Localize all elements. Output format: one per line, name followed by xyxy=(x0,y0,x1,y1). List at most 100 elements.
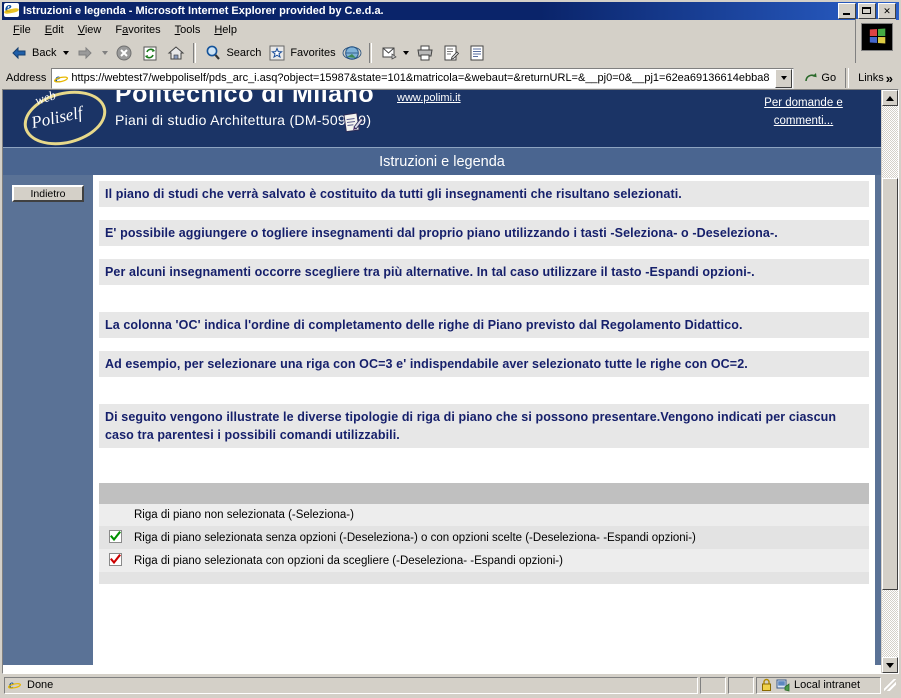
site-header: web Poliself Politecnico di Milano www.p… xyxy=(3,90,881,147)
scroll-up-button[interactable] xyxy=(882,90,898,106)
status-pane-2 xyxy=(700,676,726,694)
legend-icon-none xyxy=(99,504,130,526)
window-title: Istruzioni e legenda - Microsoft Interne… xyxy=(23,5,384,17)
contact-link[interactable]: Per domande e commenti... xyxy=(746,94,861,130)
status-bar: e Done Local intranet xyxy=(2,674,899,696)
address-dropdown-button[interactable] xyxy=(775,68,793,88)
menu-bar: File Edit View Favorites Tools Help xyxy=(2,19,899,63)
page-banner: Istruzioni e legenda xyxy=(3,147,881,175)
links-button[interactable]: Links » xyxy=(852,68,899,88)
paragraph-2: E' possibile aggiungere o togliere inseg… xyxy=(99,220,869,246)
links-chevron-icon: » xyxy=(885,70,893,86)
page-body: Indietro Il piano di studi che verrà sal… xyxy=(3,175,881,665)
polimi-link[interactable]: www.polimi.it xyxy=(397,92,461,104)
stop-icon xyxy=(114,43,134,63)
paragraph-1: Il piano di studi che verrà salvato è co… xyxy=(99,181,869,207)
legend-footer-icon-cell xyxy=(99,572,130,584)
scroll-track[interactable] xyxy=(882,106,898,657)
mail-button[interactable] xyxy=(376,42,412,64)
status-text: Done xyxy=(27,679,54,691)
refresh-icon xyxy=(140,43,160,63)
page-scrollbar[interactable] xyxy=(881,90,898,673)
forward-arrow-icon xyxy=(75,43,95,63)
menu-favorites[interactable]: Favorites xyxy=(108,22,167,38)
table-row: Riga di piano selezionata con opzioni da… xyxy=(99,549,869,572)
address-separator xyxy=(845,68,850,88)
forward-button[interactable] xyxy=(72,42,98,64)
media-button[interactable] xyxy=(339,42,365,64)
table-row: Riga di piano selezionata senza opzioni … xyxy=(99,526,869,549)
printer-icon xyxy=(415,43,435,63)
legend-header-text-cell xyxy=(130,483,869,504)
legend-header-row xyxy=(99,483,869,504)
go-button[interactable]: Go xyxy=(797,68,842,88)
title-bar: Istruzioni e legenda - Microsoft Interne… xyxy=(2,2,899,20)
address-input[interactable]: e https://webtest7/webpoliself/pds_arc_i… xyxy=(51,67,795,89)
banner-title: Istruzioni e legenda xyxy=(379,153,505,170)
toolbar: Back Search Favorites xyxy=(2,40,899,67)
address-ie-icon: e xyxy=(54,71,69,85)
legend-icon-cell-red xyxy=(99,549,130,572)
stop-button[interactable] xyxy=(111,42,137,64)
paragraph-4: La colonna 'OC' indica l'ordine di compl… xyxy=(99,312,869,338)
scroll-down-button[interactable] xyxy=(882,657,898,673)
favorites-button[interactable]: Favorites xyxy=(264,42,338,64)
ie-animated-logo xyxy=(855,19,896,63)
print-button[interactable] xyxy=(412,42,438,64)
legend-header-icon-cell xyxy=(99,483,130,504)
legend-footer-row xyxy=(99,572,869,584)
content-area: Il piano di studi che verrà salvato è co… xyxy=(93,175,875,665)
security-zone-pane: Local intranet xyxy=(756,676,881,694)
browser-window: Istruzioni e legenda - Microsoft Interne… xyxy=(0,0,901,698)
legend-footer-text-cell xyxy=(130,572,869,584)
edit-button[interactable] xyxy=(438,42,464,64)
legend-text-3: Riga di piano selezionata con opzioni da… xyxy=(130,549,869,572)
discuss-button[interactable] xyxy=(464,42,490,64)
back-label: Back xyxy=(32,47,57,59)
address-bar: Address e https://webtest7/webpoliself/p… xyxy=(2,67,899,89)
address-value: https://webtest7/webpoliself/pds_arc_i.a… xyxy=(71,72,770,84)
close-button[interactable]: ✕ xyxy=(878,3,896,19)
paragraph-5: Ad esempio, per selezionare una riga con… xyxy=(99,351,869,377)
window-controls: ✕ xyxy=(838,3,897,19)
home-button[interactable] xyxy=(163,42,189,64)
resize-grip[interactable] xyxy=(883,678,897,692)
left-sidebar: Indietro xyxy=(3,175,93,665)
mail-icon xyxy=(379,43,399,63)
indietro-button[interactable]: Indietro xyxy=(12,185,84,202)
menu-help[interactable]: Help xyxy=(207,22,244,38)
browser-viewport: web Poliself Politecnico di Milano www.p… xyxy=(2,89,899,674)
go-label: Go xyxy=(821,72,837,84)
scroll-thumb[interactable] xyxy=(882,178,898,590)
refresh-button[interactable] xyxy=(137,42,163,64)
ie-icon[interactable] xyxy=(4,3,20,19)
poliself-logo: web Poliself xyxy=(17,90,113,147)
home-icon xyxy=(166,43,186,63)
study-plan-icon xyxy=(341,111,364,133)
menu-file[interactable]: File xyxy=(6,22,38,38)
menu-tools[interactable]: Tools xyxy=(168,22,208,38)
paragraph-6: Di seguito vengono illustrate le diverse… xyxy=(99,404,869,448)
search-button[interactable]: Search xyxy=(200,42,264,64)
menu-view[interactable]: View xyxy=(71,22,109,38)
discuss-icon xyxy=(467,43,487,63)
minimize-button[interactable] xyxy=(838,3,856,19)
web-page: web Poliself Politecnico di Milano www.p… xyxy=(3,90,881,673)
lock-icon xyxy=(760,678,773,692)
page-subtitle: Piani di studio Architettura (DM-509/99) xyxy=(115,112,372,128)
back-arrow-icon xyxy=(9,43,29,63)
go-arrow-icon xyxy=(803,70,819,86)
status-message-pane: e Done xyxy=(4,676,698,694)
menu-edit[interactable]: Edit xyxy=(38,22,71,38)
address-label: Address xyxy=(6,72,47,84)
edit-page-icon xyxy=(441,43,461,63)
back-button[interactable]: Back xyxy=(6,42,59,64)
toolbar-separator xyxy=(193,43,197,63)
forward-dropdown[interactable] xyxy=(98,42,111,64)
maximize-button[interactable] xyxy=(858,3,876,19)
back-dropdown[interactable] xyxy=(59,42,72,64)
search-label: Search xyxy=(226,47,262,59)
legend-text-1: Riga di piano non selezionata (-Selezion… xyxy=(130,504,869,526)
security-zone-text: Local intranet xyxy=(794,679,861,691)
search-icon xyxy=(203,43,223,63)
